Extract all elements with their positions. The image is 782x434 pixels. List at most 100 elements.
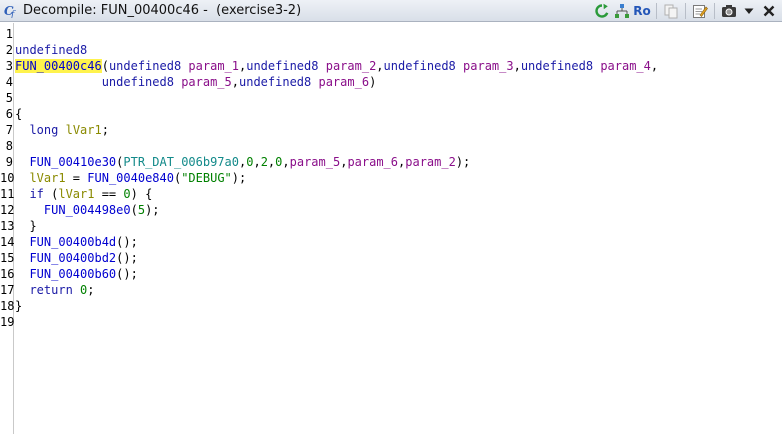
code-token[interactable]: FUN_0040e840 (87, 171, 174, 185)
code-token: param_2 (405, 155, 456, 169)
code-token: 5 (137, 203, 146, 217)
code-token[interactable]: FUN_004498e0 (44, 203, 131, 217)
toolbar-separator (656, 3, 657, 19)
line-number: 7 (5, 123, 13, 137)
code-token[interactable]: FUN_00410e30 (29, 155, 116, 169)
code-token: undefined8 (108, 59, 182, 73)
code-token: ( (101, 59, 109, 73)
read-only-toggle[interactable]: Ro (633, 2, 651, 20)
code-text: FUN_00410e30(PTR_DAT_006b97a0,0,2,0,para… (14, 154, 470, 170)
code-token: param_4 (600, 59, 651, 73)
code-token: param_2 (325, 59, 377, 73)
line-number: 1 (5, 27, 13, 41)
code-line[interactable]: 15 FUN_00400bd2(); (0, 250, 782, 266)
code-token[interactable]: FUN_00400c46 (15, 59, 102, 73)
code-token: undefined8 (239, 75, 312, 89)
code-token: ; (101, 123, 109, 137)
code-line[interactable]: 6{ (0, 106, 782, 122)
decompiler-code-view[interactable]: 1 2 undefined8 3 FUN_00400c46(undefined8 par… (0, 23, 782, 434)
line-number: 17 (0, 283, 15, 297)
code-text: FUN_00400bd2(); (14, 250, 137, 266)
code-line[interactable]: 19 (0, 314, 782, 330)
code-token: "DEBUG" (181, 171, 232, 185)
code-token: param_5 (289, 155, 341, 169)
code-line[interactable]: 5 (0, 90, 782, 106)
toolbar-separator (714, 3, 715, 19)
decompiler-icon: C f (3, 3, 19, 19)
line-number: 2 (5, 43, 13, 57)
copy-icon[interactable] (662, 2, 680, 20)
code-token: param_1 (188, 59, 239, 73)
code-line[interactable]: 12 FUN_004498e0(5); (0, 202, 782, 218)
code-token: , (282, 155, 290, 169)
code-text: if (lVar1 == 0) { (14, 186, 152, 202)
code-token: (); (116, 235, 138, 249)
code-token: long (29, 123, 59, 137)
code-line[interactable]: 3 FUN_00400c46(undefined8 param_1,undefin… (0, 58, 782, 74)
code-token: ( (130, 203, 138, 217)
code-text: { (14, 106, 22, 122)
code-line[interactable]: 9 FUN_00410e30(PTR_DAT_006b97a0,0,2,0,pa… (0, 154, 782, 170)
line-number: 14 (0, 235, 15, 249)
close-icon[interactable] (760, 2, 778, 20)
line-number: 13 (0, 219, 15, 233)
code-text: } (14, 218, 37, 234)
line-number: 8 (5, 139, 13, 153)
code-token[interactable]: FUN_00400b4d (29, 235, 116, 249)
code-token: { (15, 107, 23, 121)
code-token: , (253, 155, 261, 169)
function-graph-icon[interactable] (613, 2, 631, 20)
code-line[interactable]: 11 if (lVar1 == 0) { (0, 186, 782, 202)
code-line[interactable]: 7 long lVar1; (0, 122, 782, 138)
code-token: } (15, 219, 37, 233)
code-line[interactable]: 13 } (0, 218, 782, 234)
snapshot-icon[interactable] (720, 2, 738, 20)
code-token[interactable]: FUN_00400b60 (29, 267, 116, 281)
line-number: 4 (5, 75, 13, 89)
code-token: 2 (260, 155, 268, 169)
code-line[interactable]: 16 FUN_00400b60(); (0, 266, 782, 282)
menu-dropdown-icon[interactable] (740, 2, 758, 20)
code-token: , (513, 59, 521, 73)
line-number: 11 (0, 187, 15, 201)
code-token: 0 (123, 187, 131, 201)
line-number: 15 (0, 251, 15, 265)
code-line[interactable]: 4 undefined8 param_5,undefined8 param_6) (0, 74, 782, 90)
code-token: ) (369, 75, 377, 89)
code-token: undefined8 (520, 59, 594, 73)
code-token: , (376, 59, 384, 73)
code-text: long lVar1; (14, 122, 109, 138)
refresh-icon[interactable] (593, 2, 611, 20)
code-token: } (15, 299, 23, 313)
code-line[interactable]: 8 (0, 138, 782, 154)
code-token: if (29, 187, 44, 201)
code-token: ) { (130, 187, 153, 201)
code-token: ); (455, 155, 471, 169)
code-line[interactable]: 18} (0, 298, 782, 314)
code-token: , (231, 75, 239, 89)
code-line[interactable]: 2 undefined8 (0, 42, 782, 58)
code-line[interactable]: 1 (0, 26, 782, 42)
code-text: undefined8 (14, 42, 87, 58)
code-token: (); (116, 267, 138, 281)
window-title: Decompile: FUN_00400c46 - (exercise3-2) (23, 3, 302, 18)
code-line[interactable]: 10 lVar1 = FUN_0040e840("DEBUG"); (0, 170, 782, 186)
line-number: 12 (0, 203, 15, 217)
code-token: , (650, 59, 659, 73)
code-token: ; (87, 283, 95, 297)
code-token: undefined8 (246, 59, 319, 73)
code-token: PTR_DAT_006b97a0 (123, 155, 239, 169)
edit-icon[interactable] (691, 2, 709, 20)
code-line[interactable]: 14 FUN_00400b4d(); (0, 234, 782, 250)
code-token[interactable]: FUN_00400bd2 (29, 251, 116, 265)
code-line[interactable]: 17 return 0; (0, 282, 782, 298)
